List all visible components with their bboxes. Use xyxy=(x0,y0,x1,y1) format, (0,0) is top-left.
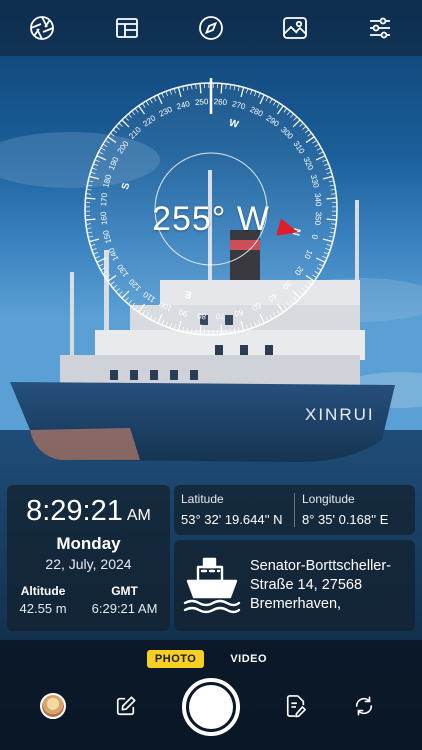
date: 22, July, 2024 xyxy=(45,556,132,572)
latitude-label: Latitude xyxy=(181,492,224,506)
gallery-thumbnail-button[interactable] xyxy=(37,690,69,722)
latitude-value: 53° 32' 19.644'' N xyxy=(181,512,283,527)
clock-ampm: AM xyxy=(126,507,151,524)
longitude-label: Longitude xyxy=(302,492,355,506)
ship-icon xyxy=(183,557,241,613)
altitude-gmt-row: Altitude 42.55 m GMT 6:29:21 AM xyxy=(7,584,170,616)
gmt-block: GMT 6:29:21 AM xyxy=(92,584,158,616)
edit-icon[interactable] xyxy=(110,690,142,722)
compass-degree-label: 80 xyxy=(196,311,206,321)
compass-degree-label: 70 xyxy=(215,311,225,321)
mode-video[interactable]: VIDEO xyxy=(222,650,275,668)
gmt-value: 6:29:21 AM xyxy=(91,601,158,616)
altitude-value: 42.55 m xyxy=(19,601,67,616)
weekday: Monday xyxy=(56,534,121,553)
coordinates-panel: Latitude 53° 32' 19.644'' N Longitude 8°… xyxy=(174,485,415,535)
switch-camera-icon[interactable] xyxy=(348,690,380,722)
aperture-icon[interactable] xyxy=(24,10,60,46)
document-edit-icon[interactable] xyxy=(280,690,312,722)
avatar xyxy=(40,693,66,719)
camera-tools xyxy=(0,678,422,736)
address-panel: Senator-Borttscheller- Straße 14, 27568 … xyxy=(174,540,415,631)
capture-mode-switch: PHOTO VIDEO xyxy=(0,650,422,668)
shutter-button[interactable] xyxy=(182,678,240,736)
altitude-block: Altitude 42.55 m xyxy=(20,584,67,616)
time-panel: 8:29:21 AM Monday 22, July, 2024 Altitude… xyxy=(7,485,170,631)
gmt-label: GMT xyxy=(111,584,138,598)
longitude-block: Longitude 8° 35' 0.168'' E xyxy=(295,485,415,535)
compass-icon[interactable] xyxy=(193,10,229,46)
settings-sliders-icon[interactable] xyxy=(362,10,398,46)
address-line: Senator-Borttscheller- xyxy=(250,558,392,574)
latitude-block: Latitude 53° 32' 19.644'' N xyxy=(174,485,294,535)
altitude-label: Altitude xyxy=(20,584,66,598)
shutter-inner xyxy=(189,685,233,729)
compass-degree-label: 260 xyxy=(213,97,228,107)
longitude-value: 8° 35' 0.168'' E xyxy=(302,512,389,527)
address-line: Bremerhaven, xyxy=(250,596,342,612)
heading-readout: 255° W xyxy=(152,200,270,238)
image-location-icon[interactable] xyxy=(277,10,313,46)
mode-photo[interactable]: PHOTO xyxy=(146,650,205,668)
top-toolbar xyxy=(0,0,422,56)
clock-time: 8:29:21 xyxy=(26,495,123,527)
compass-degree-label: 250 xyxy=(195,97,210,107)
ship-name-text: XINRUI xyxy=(305,405,375,424)
address-text: Senator-Borttscheller- Straße 14, 27568 … xyxy=(250,557,391,614)
clock: 8:29:21 AM xyxy=(7,495,170,528)
camera-bottom-bar: PHOTO VIDEO xyxy=(0,640,422,750)
layout-icon[interactable] xyxy=(109,10,145,46)
address-line: Straße 14, 27568 xyxy=(250,577,363,593)
